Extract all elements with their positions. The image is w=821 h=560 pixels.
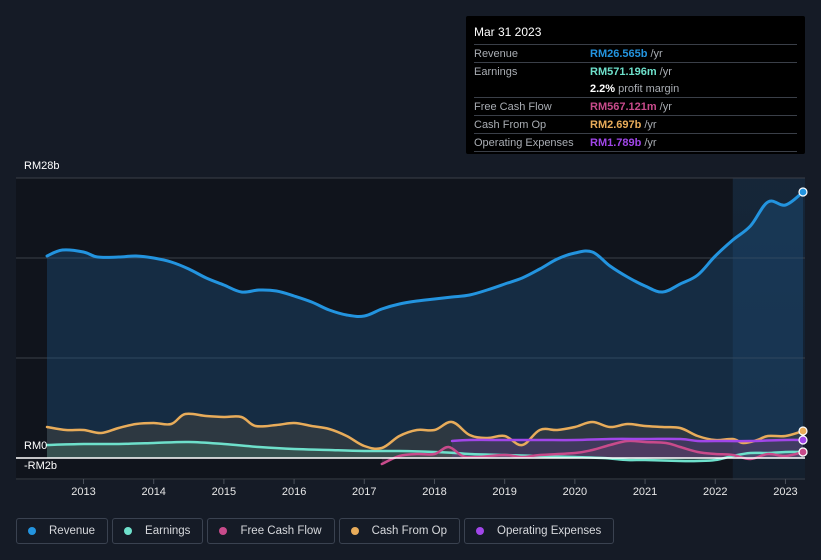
- x-tick-label: 2023: [773, 486, 797, 498]
- x-tick-label: 2018: [422, 486, 446, 498]
- tooltip-value: 2.2%: [590, 82, 616, 95]
- revenue-dot-icon: [28, 527, 36, 535]
- cash-from-op-endpoint: [798, 426, 808, 436]
- tooltip-label: Free Cash Flow: [474, 100, 552, 113]
- earnings-dot-icon: [124, 527, 133, 535]
- legend: Revenue Earnings Free Cash Flow Cash Fro…: [16, 518, 615, 544]
- legend-label: Operating Expenses: [497, 525, 602, 537]
- y-tick-label-top: RM28b: [24, 160, 60, 172]
- tooltip-label: Earnings: [474, 65, 518, 78]
- x-tick-label: 2020: [563, 486, 587, 498]
- free-cash-flow-endpoint: [798, 447, 808, 457]
- x-tick-label: 2016: [282, 486, 306, 498]
- tooltip: Mar 31 2023 Revenue RM26.565b /yr Earnin…: [466, 16, 805, 154]
- tooltip-value: RM26.565b: [590, 47, 648, 60]
- legend-label: Earnings: [145, 525, 191, 537]
- legend-label: Free Cash Flow: [240, 525, 322, 537]
- legend-item-cash-from-op[interactable]: Cash From Op: [338, 518, 461, 544]
- x-tick-label: 2014: [141, 486, 165, 498]
- tooltip-value: RM1.789b: [590, 136, 642, 149]
- tooltip-label: Revenue: [474, 47, 519, 60]
- x-tick-label: 2017: [352, 486, 376, 498]
- tooltip-row-profit-margin: 2.2% profit margin: [474, 80, 797, 98]
- x-tick-label: 2013: [71, 486, 95, 498]
- tooltip-row-cash-from-op: Cash From Op RM2.697b /yr: [474, 116, 797, 134]
- tooltip-label: Cash From Op: [474, 118, 547, 131]
- y-tick-label-zero: RM0: [24, 440, 48, 452]
- legend-item-operating-expenses[interactable]: Operating Expenses: [464, 518, 615, 544]
- revenue-endpoint: [798, 187, 808, 197]
- legend-item-free-cash-flow[interactable]: Free Cash Flow: [207, 518, 335, 544]
- tooltip-unit: /yr: [659, 65, 672, 78]
- tooltip-row-free-cash-flow: Free Cash Flow RM567.121m /yr: [474, 98, 797, 116]
- legend-item-earnings[interactable]: Earnings: [112, 518, 204, 544]
- tooltip-value: RM567.121m: [590, 100, 657, 113]
- tooltip-row-revenue: Revenue RM26.565b /yr: [474, 45, 797, 63]
- y-tick-label-bottom: -RM2b: [24, 460, 58, 472]
- legend-item-revenue[interactable]: Revenue: [16, 518, 109, 544]
- operating-expenses-endpoint: [798, 435, 808, 445]
- operating-expenses-dot-icon: [476, 527, 485, 535]
- x-tick-label: 2019: [492, 486, 516, 498]
- legend-label: Revenue: [49, 525, 96, 537]
- tooltip-value: RM2.697b: [590, 118, 642, 131]
- tooltip-label: Operating Expenses: [474, 136, 574, 149]
- tooltip-unit: /yr: [644, 118, 657, 131]
- legend-label: Cash From Op: [371, 525, 448, 537]
- tooltip-unit: /yr: [659, 100, 672, 113]
- tooltip-unit: /yr: [650, 47, 663, 60]
- free-cash-flow-dot-icon: [219, 527, 228, 535]
- tooltip-unit: /yr: [644, 136, 657, 149]
- tooltip-value: RM571.196m: [590, 65, 657, 78]
- tooltip-unit: profit margin: [618, 82, 680, 95]
- x-tick-label: 2015: [212, 486, 236, 498]
- tooltip-date: Mar 31 2023: [474, 22, 797, 45]
- x-tick-label: 2021: [633, 486, 657, 498]
- x-tick-label: 2022: [703, 486, 727, 498]
- tooltip-row-earnings: Earnings RM571.196m /yr: [474, 63, 797, 80]
- cash-from-op-dot-icon: [350, 527, 359, 535]
- tooltip-row-operating-expenses: Operating Expenses RM1.789b /yr: [474, 134, 797, 152]
